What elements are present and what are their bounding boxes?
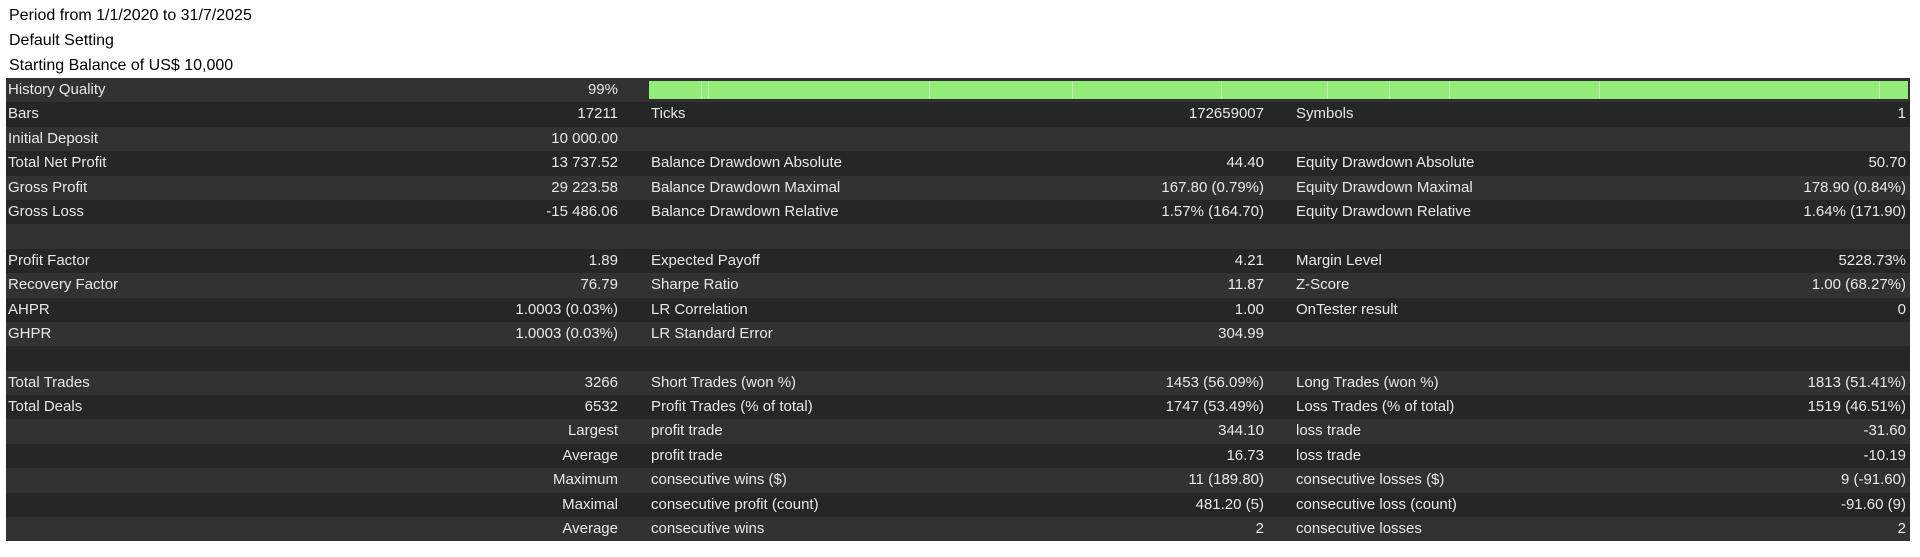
metric-value: 1.89 [588, 251, 618, 269]
metric-value: 1.00 [1234, 300, 1264, 318]
table-row: Initial Deposit 10 000.00 [6, 126, 1910, 152]
metric-value: 172659007 [1188, 105, 1264, 123]
metric-value: 16.73 [1226, 446, 1264, 464]
metric-label: Initial Deposit [8, 129, 99, 147]
metric-value: 76.79 [580, 276, 618, 294]
metric-label: Total Trades [8, 373, 90, 391]
metric-value: 11 (189.80) [1188, 471, 1264, 489]
table-row: Gross Loss -15 486.06 Balance Drawdown Rel… [6, 199, 1910, 225]
metric-value: 1747 (53.49%) [1165, 398, 1264, 416]
table-row: GHPR 1.0003 (0.03%) LR Standard Error 304.9… [6, 321, 1910, 347]
metric-value: -91.60 (9) [1840, 495, 1906, 513]
metric-value: -31.60 [1863, 422, 1906, 440]
metric-value [906, 346, 1264, 370]
metric-value: Average [562, 446, 618, 464]
metric-label: Bars [8, 105, 39, 123]
metric-value: 2 [1897, 520, 1906, 538]
metric-value [306, 346, 618, 370]
history-quality-row: History Quality 99% [6, 78, 1910, 103]
period-text: Period from 1/1/2020 to 31/7/2025 [9, 7, 252, 24]
metric-value: 1.57% (164.70) [1161, 202, 1264, 220]
strategy-report-table: History Quality 99% Bars 17211 Ticks 172659… [6, 78, 1910, 542]
metric-value: 167.80 (0.79%) [1161, 178, 1264, 196]
metric-value: 5228.73% [1838, 251, 1906, 269]
table-row [6, 346, 1910, 371]
metric-value [906, 224, 1264, 248]
metric-value: 344.10 [1218, 422, 1264, 440]
metric-label: Total Deals [8, 398, 83, 416]
metric-label: GHPR [8, 324, 52, 342]
metric-value: 1.00 (68.27%) [1811, 276, 1906, 294]
history-quality-label: History Quality [8, 81, 106, 98]
metric-value: Maximum [552, 471, 618, 489]
metric-label: AHPR [8, 300, 50, 318]
metric-label: Total Net Profit [8, 154, 107, 172]
table-row: AHPR 1.0003 (0.03%) LR Correlation 1.00 OnTe… [6, 297, 1910, 322]
metric-value: 1.0003 (0.03%) [515, 300, 618, 318]
metric-label [8, 419, 308, 443]
metric-value: 304.99 [1218, 324, 1264, 342]
table-row: Total Deals 6532 Profit Trades (% of total… [6, 395, 1910, 420]
metric-label: Gross Loss [8, 202, 84, 220]
report-header: Period from 1/1/2020 to 31/7/2025 Defaul… [9, 3, 252, 78]
table-row: Average consecutive wins 2 consecutive loss… [6, 517, 1910, 542]
metric-value: 9 (-91.60) [1840, 471, 1906, 489]
starting-balance-text: Starting Balance of US$ 10,000 [9, 57, 234, 74]
metric-value: 4.21 [1234, 251, 1264, 269]
metric-label [8, 468, 308, 492]
metric-value [1506, 127, 1906, 151]
table-row: Total Trades 3266 Short Trades (won %) 1453… [6, 370, 1910, 396]
metric-value [906, 127, 1264, 151]
table-row [6, 224, 1910, 249]
metric-value: 0 [1897, 300, 1906, 318]
metric-value: 1519 (46.51%) [1807, 398, 1906, 416]
metric-value: 1.0003 (0.03%) [515, 324, 618, 342]
metric-label: Recovery Factor [8, 276, 119, 294]
table-row: Maximal consecutive profit (count) 481.20 … [6, 492, 1910, 518]
table-row: Recovery Factor 76.79 Sharpe Ratio 11.87 Z-S… [6, 273, 1910, 298]
metric-value: 2 [1255, 520, 1264, 538]
table-row: Bars 17211 Ticks 172659007 Symbols 1 [6, 102, 1910, 127]
metric-value: 29 223.58 [551, 178, 618, 196]
metric-value: 178.90 (0.84%) [1803, 178, 1906, 196]
metric-value [1506, 224, 1906, 248]
metric-value: 13 737.52 [551, 154, 618, 172]
history-quality-value: 99% [587, 81, 618, 98]
metric-value: Average [562, 520, 618, 538]
metric-label [8, 346, 308, 370]
metric-value [1506, 346, 1906, 370]
metric-label [8, 493, 308, 517]
metric-value: 1 [1897, 105, 1906, 123]
metric-value: 6532 [584, 398, 618, 416]
metric-value: 1453 (56.09%) [1165, 373, 1264, 391]
metric-label [8, 517, 308, 541]
metric-value: 3266 [584, 373, 618, 391]
metric-label: Profit Factor [8, 251, 90, 269]
metric-value: 44.40 [1226, 154, 1264, 172]
metric-value: 10 000.00 [551, 129, 618, 147]
metric-value: 481.20 (5) [1195, 495, 1264, 513]
metric-value: 11.87 [1227, 276, 1264, 294]
metric-value: -10.19 [1863, 446, 1906, 464]
metric-value [1506, 322, 1906, 346]
metric-value [306, 224, 618, 248]
metric-value: 50.70 [1868, 154, 1906, 172]
metric-value: 1.64% (171.90) [1803, 202, 1906, 220]
history-quality-bar [649, 81, 1908, 99]
table-row: Average profit trade 16.73 loss trade -10.19 [6, 443, 1910, 469]
metric-value: Largest [567, 422, 618, 440]
metric-label [8, 224, 308, 248]
table-row: Maximum consecutive wins ($) 11 (189.80) co… [6, 468, 1910, 493]
metric-value: 17211 [577, 105, 618, 123]
metric-label [8, 444, 308, 468]
table-row: Profit Factor 1.89 Expected Payoff 4.21 Marg… [6, 248, 1910, 274]
table-row: Total Net Profit 13 737.52 Balance Drawdow… [6, 151, 1910, 176]
metric-value: -15 486.06 [546, 202, 618, 220]
metric-value: Maximal [562, 495, 618, 513]
table-row: Largest profit trade 344.10 loss trade -31.6… [6, 419, 1910, 444]
metric-value: 1813 (51.41%) [1807, 373, 1906, 391]
table-row: Gross Profit 29 223.58 Balance Drawdown Ma… [6, 175, 1910, 200]
metric-label: Gross Profit [8, 178, 88, 196]
setting-text: Default Setting [9, 32, 114, 49]
